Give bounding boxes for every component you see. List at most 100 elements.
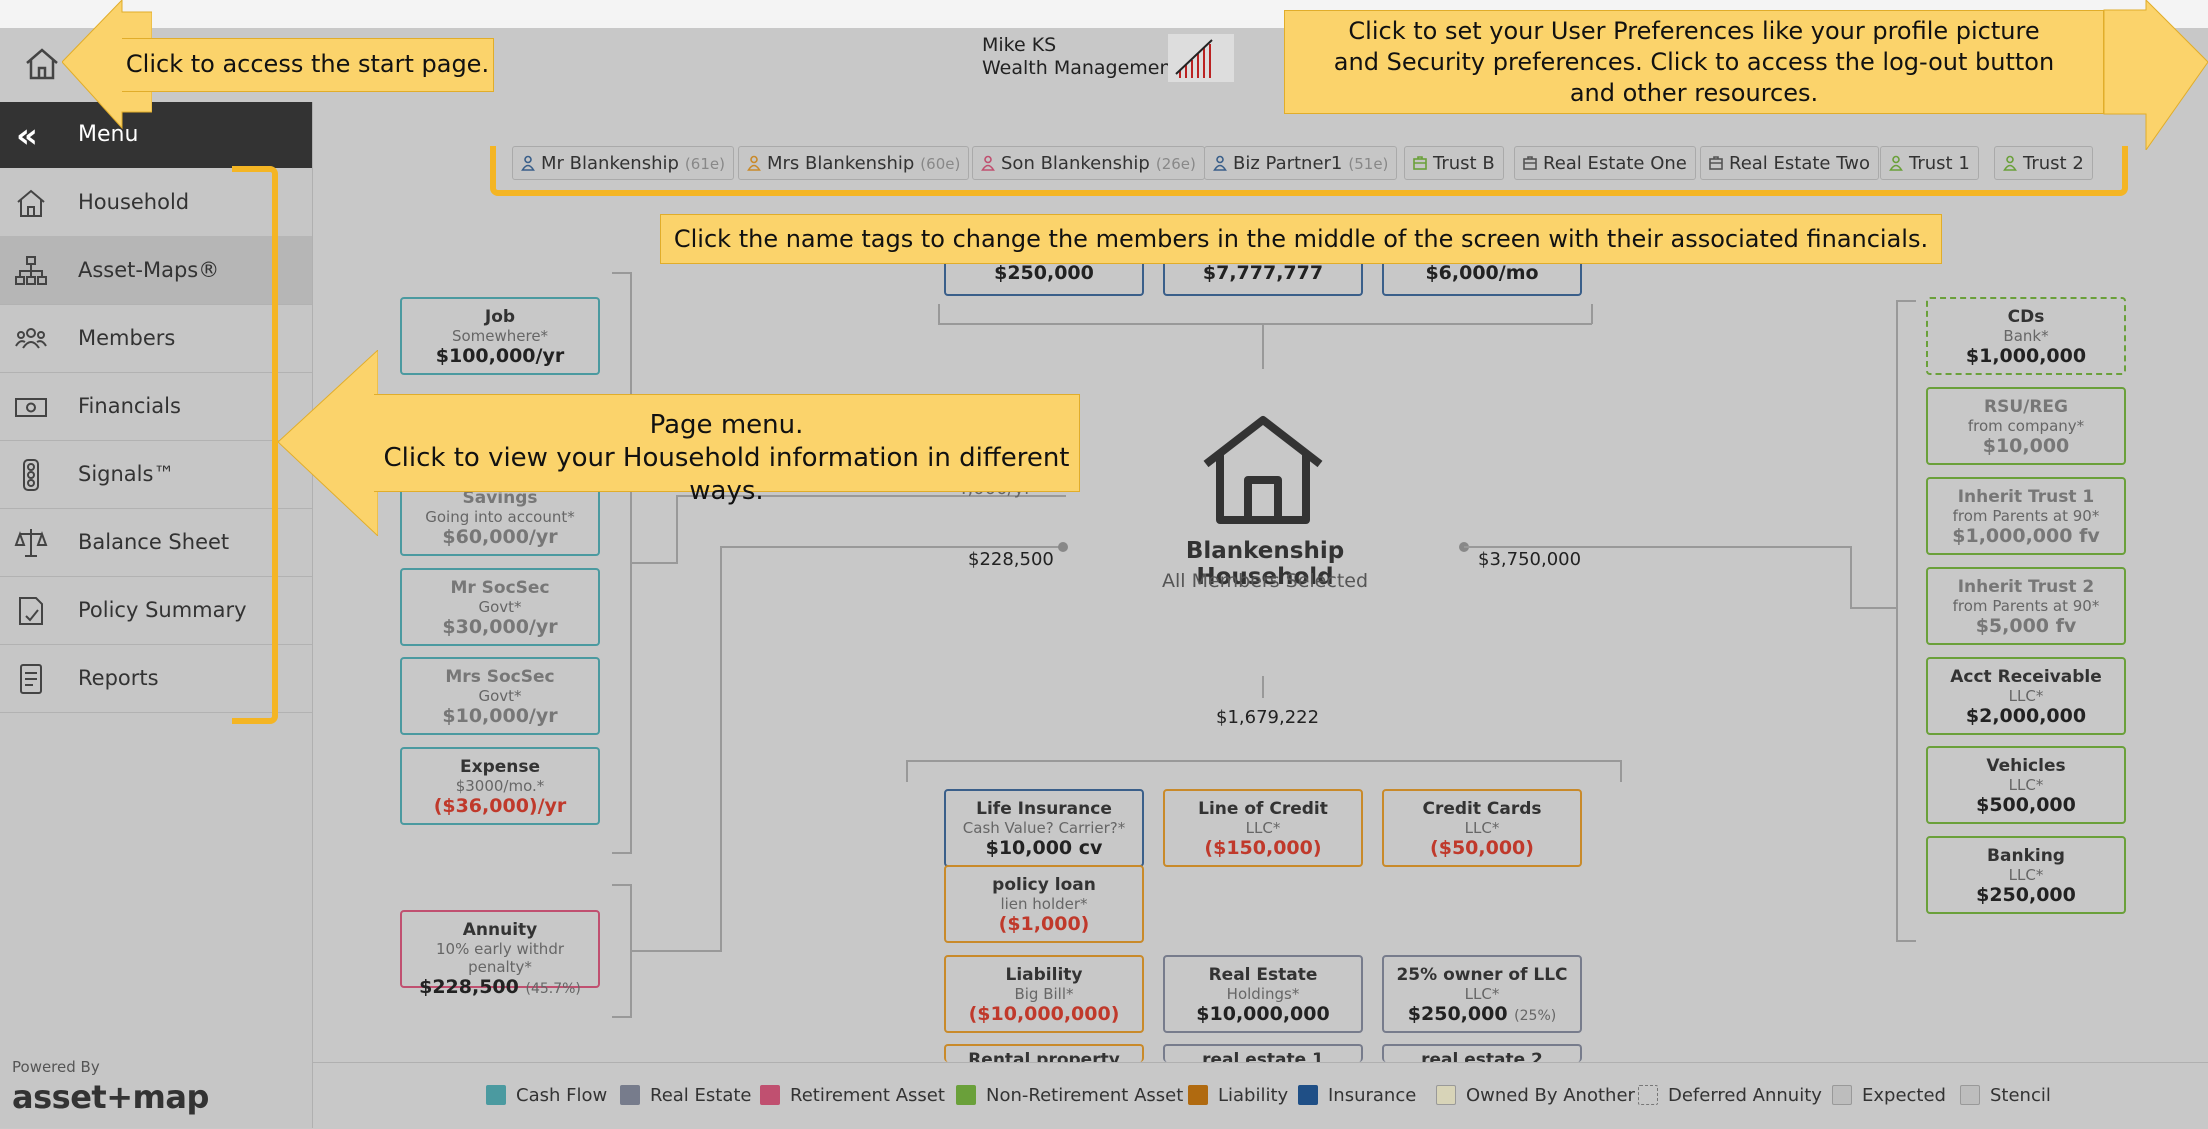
card-title: Mrs SocSec: [445, 667, 555, 687]
assetmap-logo: asset+map: [12, 1078, 209, 1116]
bottom-card-life-insurance[interactable]: Life Insurance Cash Value? Carrier?* $10…: [944, 789, 1144, 867]
card-sub: Going into account*: [425, 508, 575, 526]
card-sub: lien holder*: [1000, 895, 1088, 913]
card-value: $250,000: [1407, 1003, 1508, 1025]
connector: [720, 546, 722, 952]
card-sub: LLC*: [1464, 985, 1500, 1003]
legend-label: Insurance: [1328, 1085, 1417, 1106]
brand-line1: Mike KS: [982, 34, 1057, 56]
house-icon: [17, 189, 45, 217]
bottom-card-real-estate-2[interactable]: real estate 2: [1382, 1044, 1582, 1062]
right-card-cds[interactable]: CDs Bank* $1,000,000: [1926, 297, 2126, 375]
card-value: ($36,000)/yr: [433, 795, 567, 817]
legend-label: Liability: [1218, 1085, 1289, 1106]
card-sub: Big Bill*: [1014, 985, 1074, 1003]
card-value: $100,000/yr: [435, 345, 565, 367]
legend-item-retirement-asset: Retirement Asset: [760, 1085, 945, 1106]
legend-item-liability: Liability: [1188, 1085, 1288, 1106]
right-card-vehicles[interactable]: Vehicles LLC* $500,000: [1926, 746, 2126, 824]
bottom-total-amount: $1,679,222: [1216, 707, 1320, 728]
brand-logo: [1168, 34, 1234, 82]
connector: [720, 546, 1064, 548]
card-title: Annuity: [462, 920, 538, 940]
legend-swatch: [486, 1085, 506, 1105]
card-title: 25% owner of LLC: [1396, 965, 1568, 985]
bottom-card-line-of-credit[interactable]: Line of Credit LLC* ($150,000): [1163, 789, 1363, 867]
powered-by-label: Powered By: [12, 1058, 100, 1076]
top-card-value: $6,000/mo: [1425, 262, 1539, 284]
legend-item-stencil: Stencil: [1960, 1085, 2051, 1106]
connector: [612, 1016, 632, 1018]
card-value: $10,000: [1982, 435, 2070, 457]
card-value: $1,000,000 fv: [1952, 525, 2100, 547]
menu-toggle[interactable]: « Menu: [0, 102, 312, 168]
left-card-mrs-socsec[interactable]: Mrs SocSec Govt* $10,000/yr: [400, 657, 600, 735]
legend-item-cash-flow: Cash Flow: [486, 1085, 607, 1106]
members-icon: [15, 328, 47, 349]
bottom-card-real-estate-1[interactable]: real estate 1: [1163, 1044, 1363, 1062]
right-card-banking[interactable]: Banking LLC* $250,000: [1926, 836, 2126, 914]
connector: [1591, 304, 1593, 324]
card-value: $250,000: [1976, 884, 2076, 906]
connector: [1262, 676, 1264, 698]
bottom-card-rental-property[interactable]: Rental property: [944, 1044, 1144, 1062]
connector: [1896, 940, 1916, 942]
legend-swatch: [1960, 1085, 1980, 1105]
connector: [630, 562, 678, 564]
card-sub: from Parents at 90*: [1952, 597, 2100, 615]
connector: [612, 852, 632, 854]
card-value: $5,000 fv: [1975, 615, 2077, 637]
sidebar-item-label: Members: [78, 326, 176, 350]
left-total-amount: $228,500: [968, 549, 1054, 570]
card-value: $1,000,000: [1965, 345, 2087, 367]
callout-page-menu: Page menu. Click to view your Household …: [374, 394, 1080, 506]
callout-arrow-menu: [278, 350, 378, 536]
right-card-inherit-trust-2[interactable]: Inherit Trust 2 from Parents at 90* $5,0…: [1926, 567, 2126, 645]
legend-swatch: [1832, 1085, 1852, 1105]
legend-label: Owned By Another: [1466, 1085, 1635, 1106]
legend-label: Cash Flow: [516, 1085, 608, 1106]
bottom-card-credit-cards[interactable]: Credit Cards LLC* ($50,000): [1382, 789, 1582, 867]
card-value: $10,000,000: [1196, 1003, 1330, 1025]
bottom-card-policy-loan[interactable]: policy loan lien holder* ($1,000): [944, 865, 1144, 943]
bottom-card-real-estate[interactable]: Real Estate Holdings* $10,000,000: [1163, 955, 1363, 1033]
card-pct: (45.7%): [525, 981, 581, 997]
left-card-annuity[interactable]: Annuity 10% early withdr penalty* $228,5…: [400, 910, 600, 998]
right-card-acct-receivable[interactable]: Acct Receivable LLC* $2,000,000: [1926, 657, 2126, 735]
bottom-card-llc-owner[interactable]: 25% owner of LLC LLC* $250,000 (25%): [1382, 955, 1582, 1033]
card-value: $10,000 cv: [985, 837, 1103, 859]
card-title: real estate 2: [1421, 1050, 1543, 1062]
right-card-inherit-trust-1[interactable]: Inherit Trust 1 from Parents at 90* $1,0…: [1926, 477, 2126, 555]
card-title: Vehicles: [1986, 756, 2066, 776]
home-button[interactable]: [22, 44, 62, 84]
card-sub: LLC*: [2008, 687, 2044, 705]
legend-swatch: [620, 1085, 640, 1105]
left-card-mr-socsec[interactable]: Mr SocSec Govt* $30,000/yr: [400, 568, 600, 646]
card-sub: Cash Value? Carrier?*: [962, 819, 1126, 837]
card-sub: Govt*: [478, 598, 522, 616]
connector: [612, 884, 632, 886]
left-card-job[interactable]: Job Somewhere* $100,000/yr: [400, 297, 600, 375]
card-value: $10,000/yr: [442, 705, 558, 727]
sidebar-item-label: Household: [78, 190, 190, 214]
legend-item-deferred-annuity: Deferred Annuity: [1638, 1085, 1822, 1106]
connector: [938, 323, 1592, 325]
connector: [1464, 546, 1852, 548]
connector: [1896, 300, 1898, 942]
card-title: Liability: [1005, 965, 1083, 985]
card-title: policy loan: [992, 875, 1096, 895]
legend-label: Retirement Asset: [790, 1085, 945, 1106]
legend-label: Expected: [1862, 1085, 1946, 1106]
card-sub: Somewhere*: [451, 327, 549, 345]
legend-item-non-retirement-asset: Non-Retirement Asset: [956, 1085, 1183, 1106]
legend-item-real-estate: Real Estate: [620, 1085, 752, 1106]
connector: [1262, 323, 1264, 369]
card-title: Credit Cards: [1422, 799, 1542, 819]
bottom-card-liability[interactable]: Liability Big Bill* ($10,000,000): [944, 955, 1144, 1033]
left-card-expense[interactable]: Expense $3000/mo.* ($36,000)/yr: [400, 747, 600, 825]
connector: [1850, 607, 1898, 609]
right-card-rsu[interactable]: RSU/REG from company* $10,000: [1926, 387, 2126, 465]
sidebar-item-label: Policy Summary: [78, 598, 247, 622]
card-title: Banking: [1987, 846, 2065, 866]
card-title: RSU/REG: [1983, 397, 2068, 417]
